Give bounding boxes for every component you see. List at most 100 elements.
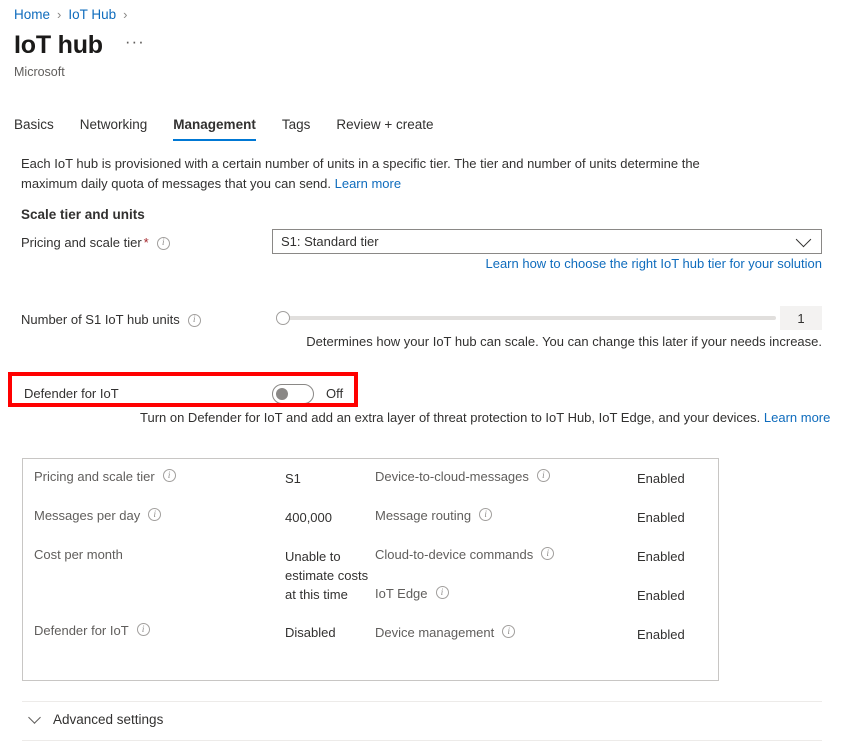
summary-label: Defender for IoT i <box>23 623 285 638</box>
tab-management[interactable]: Management <box>173 115 256 141</box>
summary-table: Pricing and scale tier i S1 Messages per… <box>22 458 719 681</box>
summary-label: Cost per month <box>23 547 285 562</box>
table-row: Device management i Enabled <box>375 625 720 664</box>
publisher-label: Microsoft <box>14 64 65 80</box>
tab-basics[interactable]: Basics <box>14 115 54 141</box>
summary-value: Enabled <box>637 469 685 488</box>
summary-label: Message routing i <box>375 508 637 523</box>
info-icon[interactable]: i <box>163 469 176 482</box>
summary-label-text: Cost per month <box>34 547 123 562</box>
summary-label-text: IoT Edge <box>375 586 428 601</box>
summary-label: IoT Edge i <box>375 586 637 601</box>
iot-hub-create-page: Home › IoT Hub › IoT hub ··· Microsoft B… <box>0 0 844 748</box>
defender-toggle-state: Off <box>326 386 343 401</box>
summary-left-column: Pricing and scale tier i S1 Messages per… <box>23 469 383 662</box>
info-icon-glyph: i <box>546 549 549 558</box>
defender-learn-more-link[interactable]: Learn more <box>764 410 830 425</box>
summary-label-text: Pricing and scale tier <box>34 469 155 484</box>
units-value-box[interactable]: 1 <box>780 306 822 330</box>
table-row: Cloud-to-device commands i Enabled <box>375 547 720 586</box>
chevron-down-icon <box>796 231 812 247</box>
defender-for-iot-label: Defender for IoT <box>24 386 119 401</box>
tab-review-create[interactable]: Review + create <box>336 115 433 141</box>
summary-label-text: Defender for IoT <box>34 623 129 638</box>
summary-label-text: Messages per day <box>34 508 140 523</box>
scale-tier-heading: Scale tier and units <box>21 207 145 222</box>
divider <box>22 701 822 702</box>
summary-label: Cloud-to-device commands i <box>375 547 637 562</box>
units-label: Number of S1 IoT hub units i <box>21 311 201 329</box>
info-icon[interactable]: i <box>188 314 201 327</box>
breadcrumb: Home › IoT Hub › <box>14 6 134 24</box>
breadcrumb-separator-icon: › <box>57 6 61 24</box>
defender-help-text-body: Turn on Defender for IoT and add an extr… <box>140 410 764 425</box>
tier-help-link[interactable]: Learn how to choose the right IoT hub ti… <box>485 256 822 271</box>
defender-for-iot-toggle[interactable] <box>272 384 314 404</box>
slider-track <box>284 316 776 320</box>
advanced-settings-toggle[interactable]: Advanced settings <box>30 712 163 727</box>
table-row: Pricing and scale tier i S1 <box>23 469 383 508</box>
advanced-settings-label: Advanced settings <box>53 712 163 727</box>
info-icon-glyph: i <box>507 627 510 636</box>
info-icon[interactable]: i <box>541 547 554 560</box>
info-icon[interactable]: i <box>479 508 492 521</box>
table-row: Defender for IoT i Disabled <box>23 623 383 662</box>
pricing-tier-label-text: Pricing and scale tier <box>21 234 142 252</box>
info-icon[interactable]: i <box>137 623 150 636</box>
summary-value: Enabled <box>637 508 685 527</box>
summary-value: Unable to estimate costs at this time <box>285 547 375 604</box>
tab-tags[interactable]: Tags <box>282 115 311 141</box>
required-marker: * <box>144 234 149 252</box>
tab-networking[interactable]: Networking <box>80 115 148 141</box>
defender-help-text: Turn on Defender for IoT and add an extr… <box>140 410 830 425</box>
slider-thumb[interactable] <box>276 311 290 325</box>
pricing-tier-label: Pricing and scale tier * i <box>21 234 170 252</box>
summary-right-column: Device-to-cloud-messages i Enabled Messa… <box>375 469 720 664</box>
info-icon-glyph: i <box>193 315 196 324</box>
summary-label: Messages per day i <box>23 508 285 523</box>
table-row: IoT Edge i Enabled <box>375 586 720 625</box>
info-icon[interactable]: i <box>502 625 515 638</box>
info-icon[interactable]: i <box>157 237 170 250</box>
wizard-tabs: Basics Networking Management Tags Review… <box>14 115 460 141</box>
info-icon-glyph: i <box>542 471 545 480</box>
units-label-text: Number of S1 IoT hub units <box>21 311 180 329</box>
summary-label: Device-to-cloud-messages i <box>375 469 637 484</box>
summary-value: Enabled <box>637 547 685 566</box>
units-slider[interactable] <box>276 308 776 328</box>
table-row: Device-to-cloud-messages i Enabled <box>375 469 720 508</box>
units-help-text: Determines how your IoT hub can scale. Y… <box>306 334 822 349</box>
info-icon-glyph: i <box>168 471 171 480</box>
summary-label-text: Device management <box>375 625 494 640</box>
table-row: Message routing i Enabled <box>375 508 720 547</box>
info-icon-glyph: i <box>142 625 145 634</box>
table-row: Cost per month Unable to estimate costs … <box>23 547 383 623</box>
info-icon[interactable]: i <box>148 508 161 521</box>
summary-label-text: Device-to-cloud-messages <box>375 469 529 484</box>
page-title: IoT hub <box>14 30 103 60</box>
more-options-icon[interactable]: ··· <box>121 32 149 52</box>
info-icon-glyph: i <box>484 510 487 519</box>
summary-value: Enabled <box>637 586 685 605</box>
info-icon-glyph: i <box>162 238 165 247</box>
table-row: Messages per day i 400,000 <box>23 508 383 547</box>
breadcrumb-item-home[interactable]: Home <box>14 6 50 24</box>
intro-learn-more-link[interactable]: Learn more <box>335 176 401 191</box>
info-icon[interactable]: i <box>537 469 550 482</box>
summary-value: 400,000 <box>285 508 375 527</box>
summary-label: Pricing and scale tier i <box>23 469 285 484</box>
summary-value: Enabled <box>637 625 685 644</box>
chevron-down-icon <box>28 711 41 724</box>
summary-label-text: Message routing <box>375 508 471 523</box>
divider <box>22 740 822 741</box>
page-header: IoT hub ··· <box>14 30 149 60</box>
summary-value: Disabled <box>285 623 375 642</box>
toggle-knob <box>276 388 288 400</box>
info-icon[interactable]: i <box>436 586 449 599</box>
breadcrumb-item-iot-hub[interactable]: IoT Hub <box>68 6 116 24</box>
summary-label-text: Cloud-to-device commands <box>375 547 533 562</box>
pricing-tier-select[interactable]: S1: Standard tier <box>272 229 822 254</box>
breadcrumb-separator-icon: › <box>123 6 127 24</box>
intro-description: Each IoT hub is provisioned with a certa… <box>21 154 711 194</box>
pricing-tier-selected-value: S1: Standard tier <box>281 234 798 249</box>
